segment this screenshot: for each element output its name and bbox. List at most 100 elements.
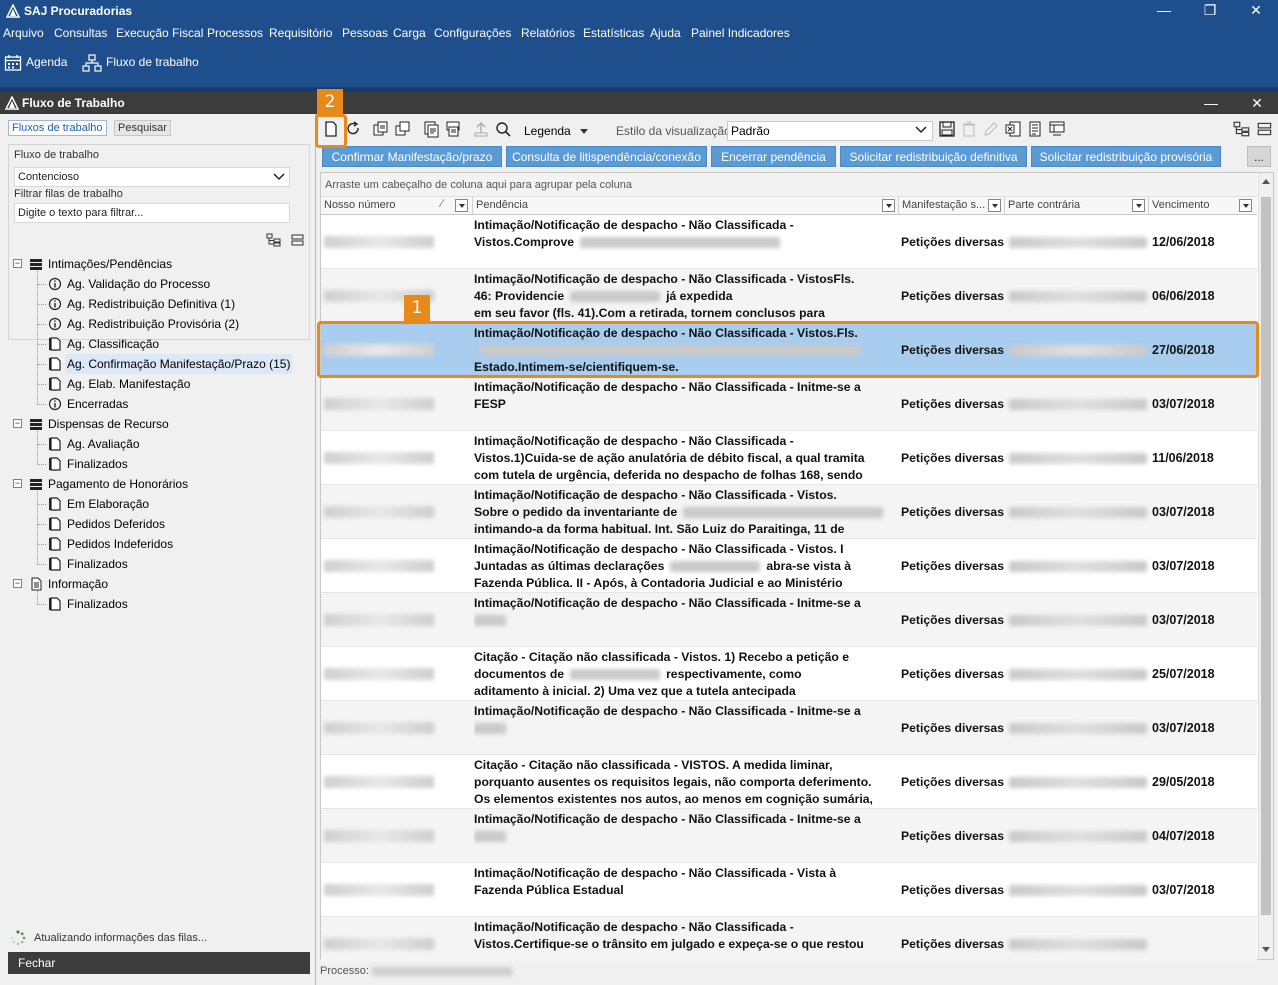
tree-collapse-icon[interactable]	[290, 233, 306, 247]
parte-contraria-redacted	[1009, 291, 1147, 302]
tree-group[interactable]: − Pagamento de Honorários	[8, 474, 308, 494]
menu-processos[interactable]: Processos	[207, 26, 263, 40]
restore-icon[interactable]: ❐	[1190, 0, 1230, 22]
tree-item-label: Informação	[48, 577, 109, 591]
scroll-down-icon[interactable]	[1262, 947, 1270, 952]
agenda-button[interactable]: Agenda	[4, 54, 67, 72]
tree-item[interactable]: Finalizados	[8, 554, 308, 574]
estilo-select[interactable]: Padrão	[727, 121, 933, 141]
grid-scrollbar[interactable]	[1258, 173, 1273, 959]
menu-painel-indicadores[interactable]: Painel Indicadores	[691, 26, 790, 40]
table-row[interactable]: Intimação/Notificação de despacho - Não …	[321, 701, 1257, 755]
consulta-litispendencia-button[interactable]: Consulta de litispendência/conexão	[506, 146, 707, 167]
table-row[interactable]: Intimação/Notificação de despacho - Não …	[321, 539, 1257, 593]
table-row[interactable]: Intimação/Notificação de despacho - Não …	[321, 431, 1257, 485]
table-row[interactable]: Citação - Citação não classificada - Vis…	[321, 647, 1257, 701]
tab-pesquisar[interactable]: Pesquisar	[114, 120, 171, 136]
table-row[interactable]: Citação - Citação não classificada - VIS…	[321, 755, 1257, 809]
menu-relatorios[interactable]: Relatórios	[521, 26, 575, 40]
menu-consultas[interactable]: Consultas	[54, 26, 107, 40]
minimize-window-icon[interactable]: —	[1196, 92, 1226, 114]
search-button[interactable]	[494, 120, 512, 138]
collapse-node-icon[interactable]: −	[13, 419, 22, 428]
menu-configuracoes[interactable]: Configurações	[434, 26, 511, 40]
tree-item[interactable]: Ag. Elab. Manifestação	[8, 374, 308, 394]
minimize-icon[interactable]: —	[1144, 0, 1184, 22]
tree-connector	[37, 504, 46, 505]
table-row[interactable]: Intimação/Notificação de despacho - Não …	[321, 593, 1257, 647]
legenda-dropdown[interactable]: Legenda	[524, 124, 589, 138]
tab-fluxos-de-trabalho[interactable]: Fluxos de trabalho	[8, 120, 107, 136]
pendencia-text: Intimação/Notificação de despacho - Não …	[474, 218, 794, 232]
close-window-icon[interactable]: ✕	[1242, 92, 1272, 114]
tree-item[interactable]: Ag. Redistribuição Definitiva (1)	[8, 294, 308, 314]
tree-item[interactable]: Finalizados	[8, 454, 308, 474]
filter-parte-icon[interactable]	[1132, 199, 1145, 212]
table-row[interactable]: Intimação/Notificação de despacho - Não …	[321, 809, 1257, 863]
collapse-tree-button[interactable]	[1256, 120, 1274, 138]
filter-numero-icon[interactable]	[455, 199, 468, 212]
menu-arquivo[interactable]: Arquivo	[3, 26, 44, 40]
tree-group[interactable]: − Informação	[8, 574, 308, 594]
menu-ajuda[interactable]: Ajuda	[650, 26, 681, 40]
filter-pendencia-icon[interactable]	[882, 199, 895, 212]
column-pendencia[interactable]: Pendência	[473, 197, 899, 215]
collapse-node-icon[interactable]: −	[13, 479, 22, 488]
tree-item[interactable]: Em Elaboração	[8, 494, 308, 514]
fluxo-trabalho-button[interactable]: Fluxo de trabalho	[82, 54, 199, 72]
more-actions-button[interactable]: ...	[1247, 146, 1271, 167]
close-app-icon[interactable]: ✕	[1236, 0, 1276, 22]
tree-item[interactable]: Ag. Classificação	[8, 334, 308, 354]
collapse-node-icon[interactable]: −	[13, 579, 22, 588]
encerrar-pendencia-button[interactable]: Encerrar pendência	[711, 146, 836, 167]
list-group-icon	[30, 259, 42, 270]
menu-execucao-fiscal[interactable]: Execução Fiscal	[116, 26, 203, 40]
tree-group[interactable]: − Dispensas de Recurso	[8, 414, 308, 434]
table-row[interactable]: Intimação/Notificação de despacho - Não …	[321, 215, 1257, 269]
tree-item[interactable]: Pedidos Deferidos	[8, 514, 308, 534]
table-row[interactable]: Intimação/Notificação de despacho - Não …	[321, 485, 1257, 539]
fechar-button[interactable]: Fechar	[8, 952, 310, 974]
table-row[interactable]: Intimação/Notificação de despacho - Não …	[321, 269, 1257, 323]
menu-carga[interactable]: Carga	[393, 26, 426, 40]
copy-button[interactable]	[372, 120, 390, 138]
pendencia-text: Sobre o pedido da inventariante de	[474, 505, 678, 519]
export-excel-button[interactable]	[1004, 120, 1022, 138]
calendar-icon	[4, 55, 22, 71]
tree-item[interactable]: Finalizados	[8, 594, 308, 614]
table-row[interactable]: Intimação/Notificação de despacho - Não …	[321, 917, 1257, 961]
scroll-up-icon[interactable]	[1262, 179, 1270, 184]
tree-item[interactable]: Encerradas	[8, 394, 308, 414]
duplicate-button[interactable]	[394, 120, 412, 138]
report-button[interactable]	[1026, 120, 1044, 138]
column-parte-contraria[interactable]: Parte contrária	[1005, 197, 1149, 215]
scroll-thumb[interactable]	[1261, 197, 1271, 915]
attach-button[interactable]	[422, 120, 440, 138]
table-row[interactable]: Intimação/Notificação de despacho - Não …	[321, 377, 1257, 431]
tree-item[interactable]: Ag. Validação do Processo	[8, 274, 308, 294]
confirmar-manifestacao-button[interactable]: Confirmar Manifestação/prazo	[322, 146, 502, 167]
menu-pessoas[interactable]: Pessoas	[342, 26, 388, 40]
filter-manifestacao-icon[interactable]	[988, 199, 1001, 212]
menu-requisitorio[interactable]: Requisitório	[269, 26, 332, 40]
filter-input[interactable]: Digite o texto para filtrar...	[14, 203, 290, 223]
tree-item[interactable]: Pedidos Indeferidos	[8, 534, 308, 554]
column-nosso-numero[interactable]: Nosso número	[321, 197, 473, 215]
table-row[interactable]: Intimação/Notificação de despacho - Não …	[321, 863, 1257, 917]
filter-vencimento-icon[interactable]	[1239, 199, 1252, 212]
tree-item[interactable]: Ag. Redistribuição Provisória (2)	[8, 314, 308, 334]
pendencia-line	[474, 612, 898, 629]
save-view-button[interactable]	[938, 120, 956, 138]
layout-button[interactable]	[1048, 120, 1066, 138]
tree-expand-icon[interactable]	[266, 233, 282, 247]
collapse-node-icon[interactable]: −	[13, 259, 22, 268]
tree-item[interactable]: Ag. Confirmação Manifestação/Prazo (15)	[8, 354, 308, 374]
flow-select[interactable]: Contencioso	[14, 167, 290, 187]
expand-tree-button[interactable]	[1233, 120, 1251, 138]
redistribuicao-definitiva-button[interactable]: Solicitar redistribuição definitiva	[840, 146, 1027, 167]
tree-item[interactable]: Ag. Avaliação	[8, 434, 308, 454]
print-button[interactable]	[444, 120, 462, 138]
tree-group[interactable]: − Intimações/Pendências	[8, 254, 308, 274]
redistribuicao-provisoria-button[interactable]: Solicitar redistribuição provisória	[1031, 146, 1221, 167]
menu-estatisticas[interactable]: Estatísticas	[583, 26, 644, 40]
